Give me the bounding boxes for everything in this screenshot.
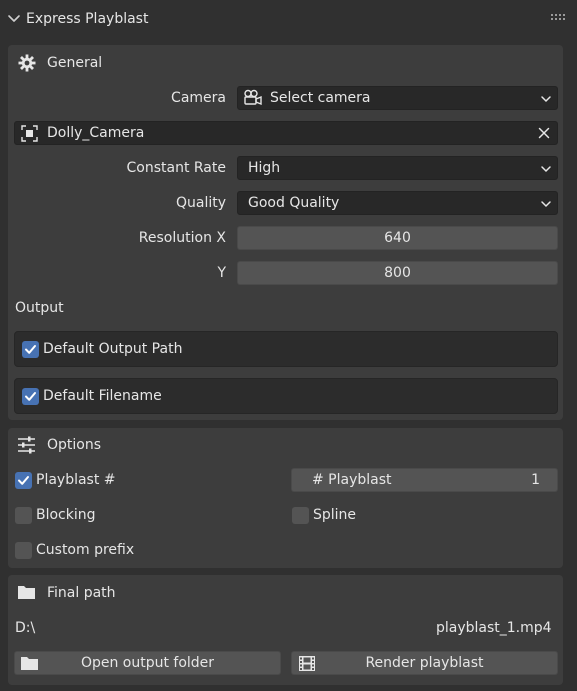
camera-label: Camera — [171, 90, 226, 106]
chevron-down-icon — [541, 96, 551, 103]
quality-value: Good Quality — [248, 195, 340, 211]
camera-icon — [244, 89, 262, 106]
general-title[interactable]: General — [47, 55, 102, 71]
quality-dropdown[interactable]: Good Quality — [237, 191, 558, 215]
chevron-down-icon — [541, 166, 551, 173]
resolution-y-label: Y — [217, 265, 226, 281]
open-output-folder-button[interactable]: Open output folder — [14, 651, 281, 675]
selected-camera-name: Dolly_Camera — [47, 125, 145, 141]
final-path-drive: D:\ — [15, 620, 36, 636]
final-path-title[interactable]: Final path — [47, 585, 116, 601]
panel-header[interactable]: Express Playblast — [0, 0, 577, 40]
blocking-label[interactable]: Blocking — [36, 507, 96, 523]
folder-icon — [18, 586, 35, 599]
resolution-y-field[interactable]: 800 — [237, 261, 558, 285]
chevron-down-icon — [541, 201, 551, 208]
constant-rate-value: High — [248, 160, 281, 176]
render-playblast-button[interactable]: Render playblast — [291, 651, 558, 675]
final-path-filename: playblast_1.mp4 — [436, 620, 552, 636]
default-filename-label[interactable]: Default Filename — [43, 388, 162, 404]
checkmark-icon — [25, 392, 36, 401]
panel-title: Express Playblast — [26, 11, 149, 27]
checkmark-icon — [18, 476, 29, 485]
close-icon[interactable] — [538, 127, 550, 139]
default-filename-box: Default Filename — [14, 378, 558, 414]
resolution-x-field[interactable]: 640 — [237, 226, 558, 250]
object-icon — [21, 125, 38, 142]
open-output-folder-label: Open output folder — [80, 655, 215, 671]
resolution-y-value: 800 — [384, 265, 411, 281]
playblast-counter-field[interactable]: # Playblast 1 — [291, 468, 558, 492]
custom-prefix-checkbox[interactable] — [15, 542, 32, 559]
selected-camera-field[interactable]: Dolly_Camera — [14, 121, 558, 145]
checkmark-icon — [25, 345, 36, 354]
constant-rate-label: Constant Rate — [126, 160, 227, 176]
options-title[interactable]: Options — [47, 437, 101, 453]
playblast-counter-label: # Playblast — [312, 472, 392, 488]
camera-dropdown-value: Select camera — [270, 90, 371, 106]
drag-handle-icon[interactable] — [551, 14, 565, 22]
properties-panel: Express Playblast General Camera Select … — [0, 0, 577, 691]
default-output-path-label[interactable]: Default Output Path — [43, 341, 182, 357]
gear-icon — [18, 54, 36, 72]
output-label: Output — [15, 300, 64, 316]
default-output-path-checkbox[interactable] — [22, 341, 39, 358]
chevron-down-icon[interactable] — [7, 12, 21, 26]
playblast-num-label[interactable]: Playblast # — [36, 472, 116, 488]
constant-rate-dropdown[interactable]: High — [237, 156, 558, 180]
spline-label[interactable]: Spline — [313, 507, 356, 523]
blocking-checkbox[interactable] — [15, 507, 32, 524]
spline-checkbox[interactable] — [292, 507, 309, 524]
default-filename-checkbox[interactable] — [22, 388, 39, 405]
resolution-x-label: Resolution X — [138, 230, 226, 246]
camera-dropdown[interactable]: Select camera — [237, 86, 558, 110]
quality-label: Quality — [175, 195, 226, 211]
render-playblast-label: Render playblast — [365, 655, 484, 671]
playblast-counter-value: 1 — [531, 472, 540, 488]
resolution-x-value: 640 — [384, 230, 411, 246]
custom-prefix-label[interactable]: Custom prefix — [36, 542, 134, 558]
playblast-num-checkbox[interactable] — [15, 472, 32, 489]
default-output-path-box: Default Output Path — [14, 331, 558, 367]
sliders-icon — [18, 436, 35, 454]
